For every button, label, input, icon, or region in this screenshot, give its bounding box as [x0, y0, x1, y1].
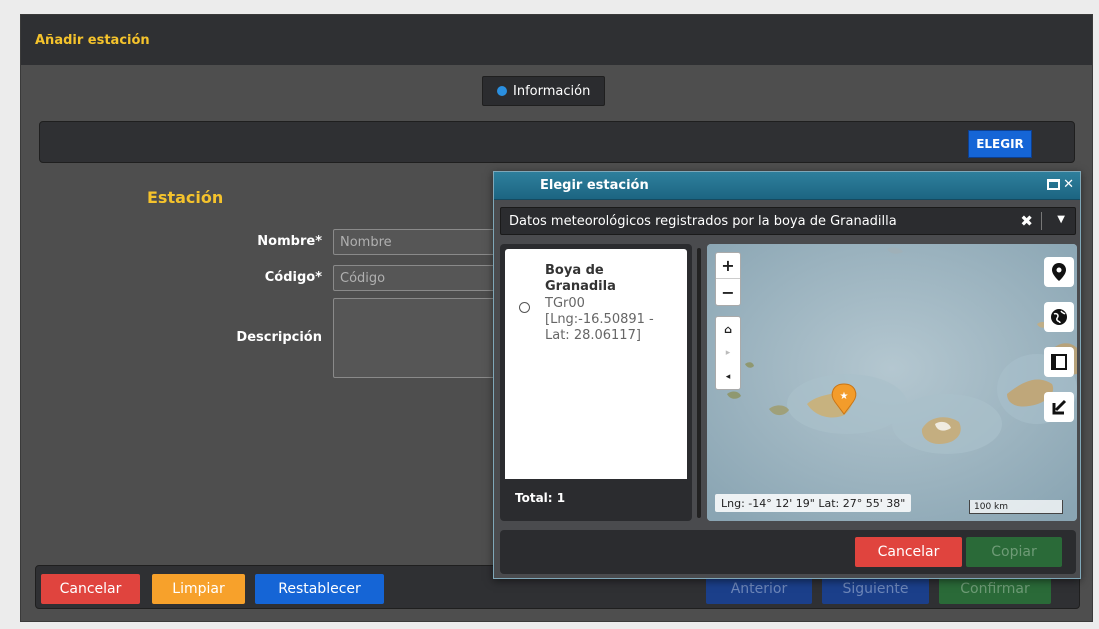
status-dot-icon [497, 86, 507, 96]
zoom-control: + − [715, 252, 741, 306]
choose-station-dialog: Elegir estación ✕ Datos meteorológicos r… [493, 171, 1081, 579]
station-code: TGr00 [545, 296, 585, 311]
description-label: Descripción [236, 330, 322, 345]
coordinates-readout: Lng: -14° 12' 19" Lat: 27° 55' 38" [715, 494, 912, 512]
clear-selection-icon[interactable]: ✖ [1020, 212, 1033, 230]
dialog-title: Elegir estación [540, 178, 649, 193]
station-coords: [Lng:-16.50891 - Lat: 28.06117] [545, 312, 654, 343]
next-extent-icon[interactable]: ▸ [716, 341, 740, 365]
dataset-select-value: Datos meteorológicos registrados por la … [509, 214, 897, 229]
tab-information[interactable]: Información [482, 76, 606, 106]
dialog-footer: Cancelar Copiar [500, 530, 1076, 574]
map-view[interactable]: ★ + − ⌂ ▸ ◂ Lng: -14° 12' 19" Lat: 27° 5… [707, 244, 1077, 521]
zoom-in-button[interactable]: + [716, 253, 740, 279]
station-list: Boya de Granadila TGr00 [Lng:-16.50891 -… [500, 244, 692, 521]
maximize-icon[interactable] [1047, 179, 1061, 190]
home-icon[interactable]: ⌂ [716, 317, 740, 341]
panel-header: Añadir estación [21, 15, 1092, 65]
svg-text:★: ★ [840, 391, 849, 402]
tab-information-label: Información [513, 83, 591, 99]
section-title: Estación [147, 188, 224, 207]
cancel-button[interactable]: Cancelar [41, 574, 140, 604]
close-icon[interactable]: ✕ [1063, 177, 1074, 192]
code-input[interactable]: Código [333, 265, 503, 291]
map-terrain: ★ [707, 244, 1077, 521]
list-total: Total: 1 [515, 491, 566, 505]
layers-icon[interactable] [1044, 347, 1074, 377]
zoom-out-button[interactable]: − [716, 279, 740, 305]
copy-button[interactable]: Copiar [966, 537, 1062, 567]
globe-icon[interactable] [1044, 302, 1074, 332]
station-name: Boya de Granadila [545, 263, 616, 294]
station-radio[interactable] [519, 302, 530, 313]
location-pin-icon[interactable] [1044, 257, 1074, 287]
name-input[interactable]: Nombre [333, 229, 503, 255]
nav-control: ⌂ ▸ ◂ [715, 316, 741, 390]
station-list-body: Boya de Granadila TGr00 [Lng:-16.50891 -… [505, 249, 687, 479]
code-label: Código* [264, 270, 322, 285]
clear-button[interactable]: Limpiar [152, 574, 245, 604]
dataset-select[interactable]: Datos meteorológicos registrados por la … [500, 207, 1076, 235]
list-scrollbar[interactable] [697, 248, 701, 518]
name-label: Nombre* [257, 234, 322, 249]
dialog-header: Elegir estación ✕ [494, 172, 1080, 200]
arrow-down-left-icon[interactable] [1044, 392, 1074, 422]
choose-bar: ELEGIR [39, 121, 1075, 163]
previous-extent-icon[interactable]: ◂ [716, 365, 740, 389]
choose-button[interactable]: ELEGIR [968, 130, 1032, 158]
scale-bar: 100 km [969, 500, 1063, 514]
reset-button[interactable]: Restablecer [255, 574, 384, 604]
chevron-down-icon[interactable]: ▼ [1057, 214, 1065, 225]
description-textarea[interactable] [333, 298, 503, 378]
dialog-cancel-button[interactable]: Cancelar [855, 537, 962, 567]
page-title: Añadir estación [35, 33, 150, 48]
